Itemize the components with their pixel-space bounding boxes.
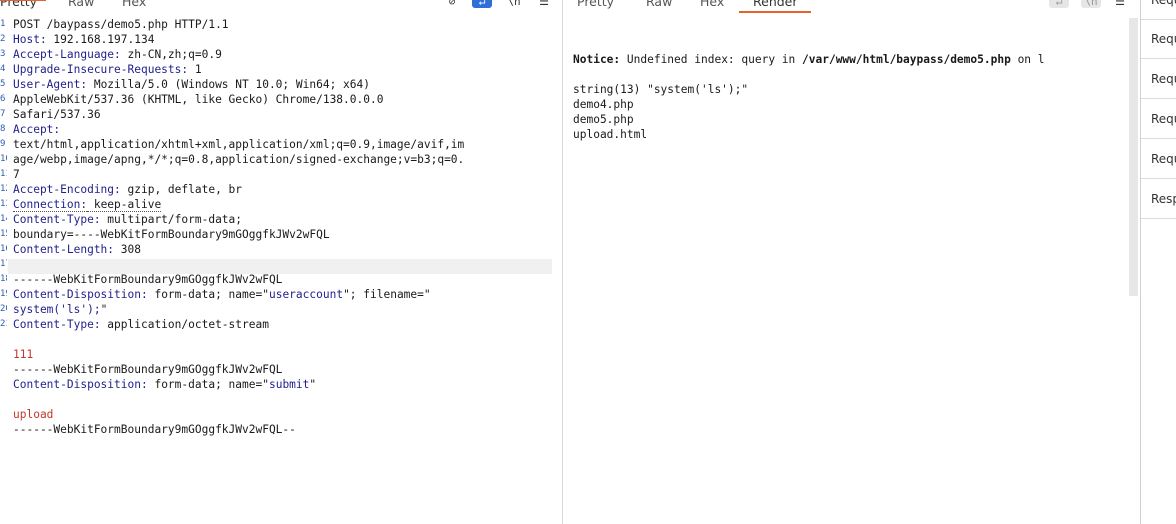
tab-hex[interactable]: Hex [700,0,724,9]
request-line: ------WebKitFormBoundary9mGOggfkJWv2wFQL [13,273,283,286]
request-line: upload [13,408,54,421]
request-line: User-Agent: Mozilla/5.0 (Windows NT 10.0… [13,78,370,91]
tab-hex[interactable]: Hex [122,0,146,9]
request-line: 111 [13,348,34,361]
side-item-request[interactable]: Requ [1141,20,1176,59]
request-line: Safari/537.36 [13,108,101,121]
menu-icon[interactable]: ☰ [1113,0,1127,8]
request-line: Accept-Encoding: gzip, deflate, br [13,183,243,196]
notice-path: /var/www/html/baypass/demo5.php [802,53,1011,66]
request-line: Content-Length: 308 [13,243,141,256]
request-line: text/html,application/xhtml+xml,applicat… [13,138,465,151]
request-line: age/webp,image/apng,*/*;q=0.8,applicatio… [13,153,465,166]
tab-raw[interactable]: Raw [646,0,672,9]
side-item-request[interactable]: Requ [1141,0,1176,20]
side-item-response[interactable]: Resp [1141,180,1176,219]
tab-raw[interactable]: Raw [68,0,94,9]
request-line [13,257,556,272]
request-line: boundary=----WebKitFormBoundary9mGOggfkJ… [13,228,330,241]
menu-icon[interactable]: ☰ [537,0,551,8]
notice-tail: on l [1010,53,1045,66]
request-line: ------WebKitFormBoundary9mGOggfkJWv2wFQL [13,363,283,376]
wrap-lines-icon[interactable]: ↵ [1049,0,1069,8]
active-tab-indicator [739,11,811,13]
tab-pretty[interactable]: Pretty [0,0,37,9]
request-editor[interactable]: POST /baypass/demo5.php HTTP/1.1 Host: 19… [13,17,556,437]
request-line: Content-Disposition: form-data; name="us… [13,288,431,301]
newline-icon[interactable]: \n [507,0,521,8]
request-pane: Pretty Raw Hex ⊘ ↵ \n ☰ 1234567891011121… [0,0,563,524]
request-line: Connection: keep-alive [13,198,162,212]
wrap-lines-icon[interactable]: ↵ [472,0,492,8]
tab-pretty[interactable]: Pretty [577,0,614,9]
request-line: Host: 192.168.197.134 [13,33,155,46]
active-tab-indicator [0,0,46,1]
notice-text: Undefined index: query in [620,53,803,66]
request-line: ------WebKitFormBoundary9mGOggfkJWv2wFQL… [13,423,296,436]
response-pane: Pretty Raw Hex Render ↵ \n ☰ Notice: Und… [563,0,1141,524]
inspector-side-panel: Requ Requ Requ Requ Requ Resp [1141,0,1176,524]
output-line: demo4.php [573,98,634,111]
request-line: Content-Type: application/octet-stream [13,318,269,331]
request-line: Accept-Language: zh-CN,zh;q=0.9 [13,48,222,61]
output-line: upload.html [573,128,648,141]
request-line: Upgrade-Insecure-Requests: 1 [13,63,202,76]
notice-line: Notice: Undefined index: query in /var/w… [573,52,1045,67]
request-line: POST /baypass/demo5.php HTTP/1.1 [13,18,229,31]
output-line: string(13) "system('ls');" [573,83,749,96]
rendered-response: Notice: Undefined index: query in /var/w… [573,52,1045,142]
request-line: Content-Disposition: form-data; name="su… [13,378,317,391]
hide-icon[interactable]: ⊘ [445,0,459,8]
line-number-gutter: 123456789101112131415161718192021 [0,19,7,329]
vertical-scrollbar[interactable] [1129,18,1138,296]
request-line [13,392,556,407]
request-line: system('ls');" [13,303,108,316]
notice-label: Notice: [573,53,621,66]
request-line: 7 [13,168,20,181]
side-item-request[interactable]: Requ [1141,100,1176,139]
request-line [13,332,556,347]
request-line: AppleWebKit/537.36 (KHTML, like Gecko) C… [13,93,384,106]
side-item-request[interactable]: Requ [1141,60,1176,99]
tab-render[interactable]: Render [753,0,798,9]
newline-icon[interactable]: \n [1081,0,1101,8]
request-line: Accept: [13,123,61,136]
output-line: demo5.php [573,113,634,126]
side-item-request[interactable]: Requ [1141,140,1176,179]
request-line: Content-Type: multipart/form-data; [13,213,243,226]
